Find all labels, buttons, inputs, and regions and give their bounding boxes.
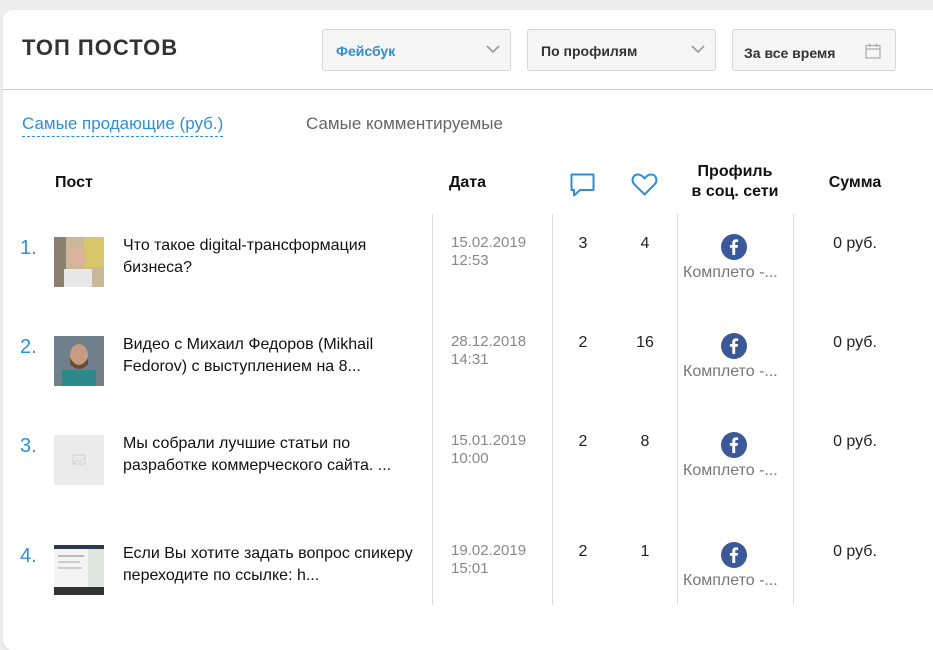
grouping-select-value: По профилям	[541, 43, 638, 59]
comments-count: 2	[578, 543, 588, 560]
profile-name[interactable]: Комплето -...	[683, 264, 789, 282]
profile-name[interactable]: Комплето -...	[683, 363, 789, 381]
column-header-profile-line2: в соц. сети	[691, 183, 779, 200]
post-thumbnail-placeholder[interactable]	[54, 435, 104, 485]
post-sum: 0 руб.	[833, 334, 877, 351]
table-row[interactable]: 1. Что такое digital-трансформация бизне…	[0, 215, 933, 314]
period-select[interactable]: За все время	[732, 29, 896, 71]
profile-name[interactable]: Комплето -...	[683, 462, 789, 480]
post-date-day: 15.02.2019	[451, 234, 527, 251]
facebook-icon[interactable]	[721, 234, 747, 260]
post-date-time: 12:53	[451, 252, 489, 269]
post-date: 28.12.2018 14:31	[451, 333, 561, 369]
table-row[interactable]: 4. Если Вы хотите задать вопрос спикеру …	[0, 523, 933, 622]
likes-count: 4	[640, 235, 650, 252]
likes-count: 1	[640, 543, 650, 560]
tab-most-commented[interactable]: Самые комментируемые	[306, 114, 503, 134]
grouping-select[interactable]: По профилям	[527, 29, 716, 71]
network-select[interactable]: Фейсбук	[322, 29, 511, 71]
row-number: 2.	[20, 336, 37, 358]
post-date: 15.01.2019 10:00	[451, 432, 561, 468]
post-thumbnail[interactable]	[54, 237, 104, 287]
comment-bubble-icon	[570, 173, 595, 197]
facebook-icon[interactable]	[721, 542, 747, 568]
row-number: 4.	[20, 545, 37, 567]
row-number: 1.	[20, 237, 37, 259]
post-sum: 0 руб.	[833, 433, 877, 450]
column-header-profile: Профиль в соц. сети	[682, 162, 788, 202]
post-thumbnail[interactable]	[54, 336, 104, 386]
profile-name[interactable]: Комплето -...	[683, 572, 789, 590]
likes-count: 16	[636, 334, 654, 351]
calendar-icon	[865, 43, 881, 59]
post-date-day: 15.01.2019	[451, 432, 527, 449]
period-select-value: За все время	[744, 45, 836, 61]
comments-count: 2	[578, 334, 588, 351]
column-header-sum: Сумма	[828, 174, 882, 191]
post-title[interactable]: Мы собрали лучшие статьи по разработке к…	[123, 433, 413, 477]
post-date: 19.02.2019 15:01	[451, 542, 561, 578]
chevron-down-icon	[691, 45, 705, 54]
facebook-icon[interactable]	[721, 432, 747, 458]
post-sum: 0 руб.	[833, 543, 877, 560]
likes-count: 8	[640, 433, 650, 450]
facebook-icon[interactable]	[721, 333, 747, 359]
column-header-profile-line1: Профиль	[697, 163, 773, 180]
row-number: 3.	[20, 435, 37, 457]
network-select-value: Фейсбук	[336, 43, 396, 59]
column-header-date: Дата	[449, 174, 487, 191]
tab-best-selling[interactable]: Самые продающие (руб.)	[22, 114, 224, 137]
table-row[interactable]: 2. Видео с Михаил Федоров (Mikhail Fedor…	[0, 314, 933, 413]
comments-count: 2	[578, 433, 588, 450]
post-date-day: 19.02.2019	[451, 542, 527, 559]
column-header-post: Пост	[55, 174, 93, 191]
post-date-time: 15:01	[451, 560, 489, 577]
post-thumbnail[interactable]	[54, 545, 104, 595]
comments-count: 3	[578, 235, 588, 252]
post-date-day: 28.12.2018	[451, 333, 527, 350]
post-title[interactable]: Что такое digital-трансформация бизнеса?	[123, 235, 413, 279]
heart-icon	[631, 173, 658, 196]
post-title[interactable]: Если Вы хотите задать вопрос спикеру пер…	[123, 543, 413, 587]
post-date: 15.02.2019 12:53	[451, 234, 561, 270]
post-title[interactable]: Видео с Михаил Федоров (Mikhail Fedorov)…	[123, 334, 413, 378]
post-date-time: 14:31	[451, 351, 489, 368]
page-title: ТОП ПОСТОВ	[22, 35, 179, 60]
table-row[interactable]: 3. Мы собрали лучшие статьи по разработк…	[0, 413, 933, 512]
post-sum: 0 руб.	[833, 235, 877, 252]
post-date-time: 10:00	[451, 450, 489, 467]
chevron-down-icon	[486, 45, 500, 54]
header-divider	[3, 89, 933, 90]
